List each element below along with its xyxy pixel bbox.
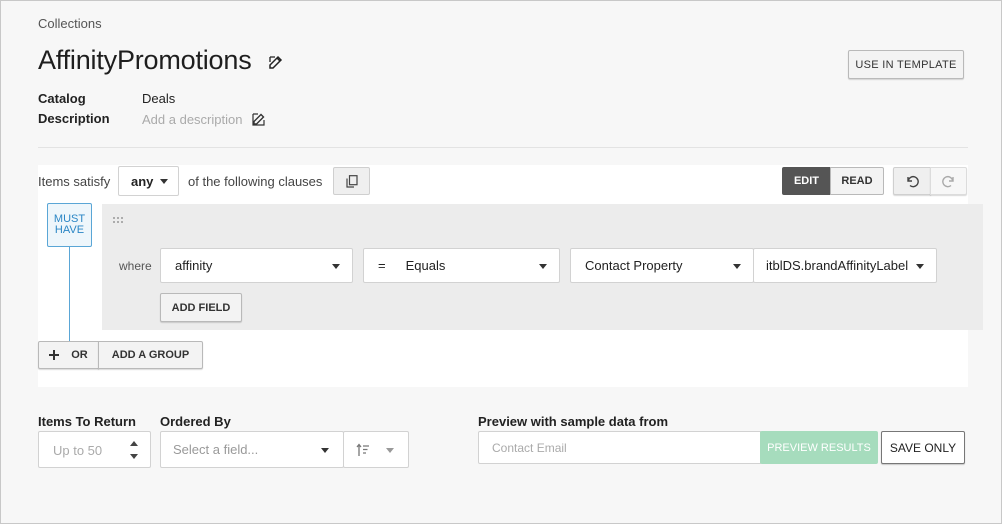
redo-button[interactable] — [930, 167, 967, 195]
divider — [38, 147, 968, 148]
edit-mode-button[interactable]: EDIT — [782, 167, 831, 195]
chevron-down-icon — [386, 447, 394, 453]
edit-icon[interactable] — [267, 53, 285, 71]
must-have-badge[interactable]: MUST HAVE — [47, 203, 92, 247]
group-connector — [69, 247, 70, 342]
add-field-button[interactable]: ADD FIELD — [160, 293, 242, 322]
match-mode-select[interactable]: any — [118, 166, 179, 196]
edit-icon[interactable] — [251, 111, 267, 127]
catalog-value: Deals — [142, 91, 176, 106]
description-field[interactable]: Add a description — [142, 112, 242, 127]
catalog-label: Catalog — [38, 91, 86, 106]
chevron-down-icon — [332, 263, 340, 269]
copy-icon — [345, 174, 358, 188]
copy-button[interactable] — [333, 167, 370, 195]
items-to-return-label: Items To Return — [38, 414, 136, 429]
value-source-select[interactable]: Contact Property — [570, 248, 754, 283]
or-button[interactable]: OR — [38, 341, 99, 369]
page-title: AffinityPromotions — [38, 45, 252, 75]
drag-handle-icon[interactable] — [112, 216, 124, 228]
where-label: where — [119, 259, 152, 273]
undo-button[interactable] — [893, 167, 931, 195]
operator-select[interactable]: = Equals — [363, 248, 560, 283]
preview-label: Preview with sample data from — [478, 414, 669, 429]
add-group-button[interactable]: ADD A GROUP — [98, 341, 203, 369]
redo-icon — [941, 174, 956, 188]
contact-email-input[interactable]: Contact Email — [478, 431, 761, 464]
sort-icon — [356, 442, 370, 457]
sort-direction-select[interactable] — [343, 431, 409, 468]
chevron-down-icon — [916, 263, 924, 269]
description-label: Description — [38, 111, 110, 126]
plus-icon — [49, 350, 60, 360]
preview-results-button[interactable]: PREVIEW RESULTS — [760, 431, 878, 464]
field-select[interactable]: affinity — [160, 248, 353, 283]
ordered-by-placeholder: Select a field... — [173, 442, 259, 457]
must-have-line2: HAVE — [54, 224, 85, 236]
breadcrumb[interactable]: Collections — [38, 16, 102, 31]
chevron-down-icon — [539, 263, 547, 269]
contact-property-select[interactable]: itblDS.brandAffinityLabel — [753, 248, 937, 283]
items-to-return-placeholder: Up to 50 — [53, 443, 103, 458]
use-in-template-button[interactable]: USE IN TEMPLATE — [848, 50, 964, 79]
operator-symbol: = — [378, 258, 386, 273]
match-mode-value: any — [131, 173, 154, 189]
items-to-return-input[interactable]: Up to 50 — [38, 431, 151, 468]
read-mode-button[interactable]: READ — [830, 167, 884, 195]
chevron-down-icon — [321, 447, 329, 453]
ordered-by-select[interactable]: Select a field... — [160, 431, 344, 468]
value-source-value: Contact Property — [585, 258, 683, 273]
decrement-icon[interactable] — [130, 454, 138, 459]
field-value: affinity — [175, 258, 213, 273]
following-clauses-label: of the following clauses — [188, 174, 323, 189]
save-only-button[interactable]: SAVE ONLY — [881, 431, 965, 464]
items-satisfy-label: Items satisfy — [38, 174, 111, 189]
chevron-down-icon — [160, 179, 168, 184]
undo-icon — [905, 174, 919, 188]
or-label: OR — [71, 349, 88, 361]
contact-property-value: itblDS.brandAffinityLabel — [766, 258, 909, 273]
chevron-down-icon — [733, 263, 741, 269]
ordered-by-label: Ordered By — [160, 414, 231, 429]
contact-email-placeholder: Contact Email — [492, 441, 567, 455]
operator-value: Equals — [405, 258, 446, 273]
increment-icon[interactable] — [130, 441, 138, 446]
